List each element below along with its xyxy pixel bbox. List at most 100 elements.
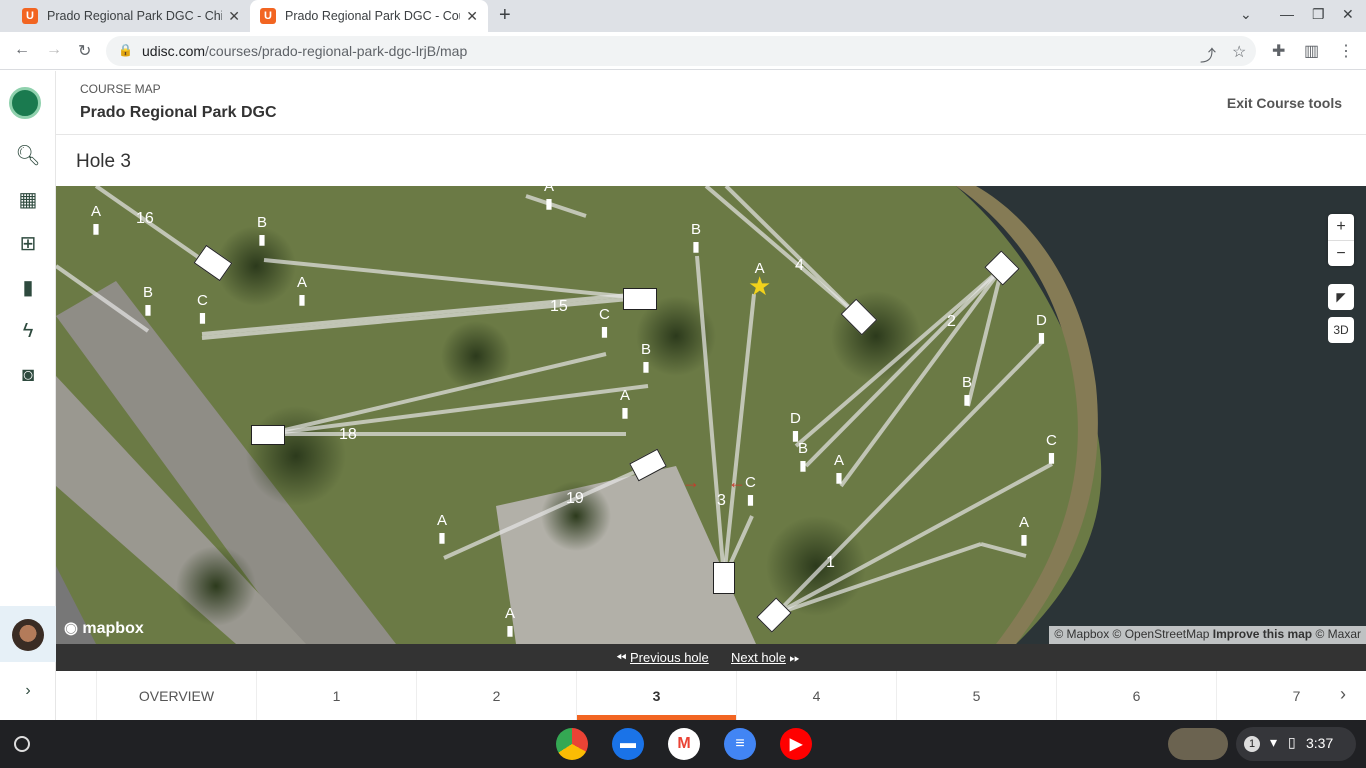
stats-icon[interactable]: ▮ — [14, 273, 42, 301]
bookmark-star-icon[interactable]: ☆ — [1232, 42, 1246, 62]
pin-marker[interactable]: B ▮ — [257, 214, 267, 248]
gmail-icon[interactable]: M — [668, 728, 700, 760]
pin-marker[interactable]: A ▮ — [91, 203, 101, 237]
user-avatar[interactable] — [0, 606, 56, 662]
browser-tab-1[interactable]: U Prado Regional Park DGC - Chin ✕ — [12, 0, 250, 32]
browser-toolbar: ← → ↻ 🔒 udisc.com/courses/prado-regional… — [0, 32, 1366, 70]
extensions-icon[interactable]: ✚ — [1272, 41, 1285, 61]
pin-marker-selected[interactable]: A ★ — [748, 260, 771, 302]
satellite-imagery — [56, 186, 1366, 644]
launcher-icon[interactable] — [14, 736, 30, 752]
tab-hole-4[interactable]: 4 — [736, 671, 896, 720]
hole-number-label: 16 — [136, 210, 154, 227]
tee-pad-3[interactable] — [713, 562, 735, 594]
improve-map-link[interactable]: Improve this map — [1213, 627, 1312, 641]
pin-marker[interactable]: A ▮ — [505, 605, 515, 639]
close-tab-icon[interactable]: ✕ — [466, 8, 478, 25]
minimize-icon[interactable]: — — [1280, 6, 1294, 22]
hole-tabs: OVERVIEW 1 2 3 4 5 6 7 › — [56, 671, 1366, 720]
os-shelf: ▬ M ≡ ▶ 1 ▾ ▯ 3:37 — [0, 720, 1366, 768]
pin-marker[interactable]: A ▮ — [834, 452, 844, 486]
pin-marker[interactable]: A ▮ — [1019, 514, 1029, 548]
tab-hole-1[interactable]: 1 — [256, 671, 416, 720]
exit-course-tools-link[interactable]: Exit Course tools — [1227, 95, 1342, 111]
zoom-control: + − — [1328, 214, 1354, 266]
reload-icon[interactable]: ↻ — [78, 41, 91, 61]
zoom-in-button[interactable]: + — [1328, 214, 1354, 240]
pin-marker[interactable]: D ▮ — [1036, 312, 1047, 346]
chevron-right-icon[interactable]: › — [1340, 684, 1346, 705]
browser-tab-2[interactable]: U Prado Regional Park DGC - Cour ✕ — [250, 0, 488, 32]
pin-marker[interactable]: C ▮ — [599, 306, 610, 340]
pin-marker[interactable]: A ▮ — [620, 387, 630, 421]
next-hole-link[interactable]: Next hole ⏩︎ — [731, 650, 800, 666]
browser-tab-title: Prado Regional Park DGC - Chin — [47, 9, 223, 23]
pin-marker[interactable]: B ▮ — [962, 374, 972, 408]
hole-number-label: 19 — [566, 490, 584, 507]
restore-icon[interactable]: ❐ — [1312, 6, 1325, 23]
pin-marker[interactable]: A ▮ — [544, 186, 554, 212]
course-title: Prado Regional Park DGC — [80, 104, 277, 121]
zoom-out-button[interactable]: − — [1328, 240, 1354, 266]
address-bar[interactable]: 🔒 udisc.com/courses/prado-regional-park-… — [106, 36, 1256, 66]
pin-marker[interactable]: C ▮ — [197, 292, 208, 326]
camera-icon[interactable]: ◙ — [14, 361, 42, 389]
course-map-icon[interactable]: ▦ — [14, 185, 42, 213]
tab-hole-3[interactable]: 3 — [576, 671, 736, 720]
udisc-favicon-icon: U — [22, 8, 38, 24]
close-tab-icon[interactable]: ✕ — [228, 8, 240, 25]
direction-arrow-icon: → — [682, 472, 700, 492]
back-icon[interactable]: ← — [14, 41, 30, 59]
pin-marker[interactable]: A ▮ — [437, 512, 447, 546]
holding-space-icon[interactable] — [1168, 728, 1228, 760]
direction-arrow-icon: ← — [728, 472, 746, 492]
hole-number-label: 2 — [947, 313, 956, 330]
side-panel-icon[interactable]: ▥ — [1304, 41, 1319, 61]
pin-marker[interactable]: D ▮ — [790, 410, 801, 444]
tab-search-icon[interactable]: ⌄ — [1240, 6, 1252, 23]
pin-marker[interactable]: B ▮ — [798, 440, 808, 474]
hole-number-label: 4 — [795, 257, 804, 274]
tee-pad-15[interactable] — [623, 288, 657, 310]
pin-marker[interactable]: C ▮ — [745, 474, 756, 508]
pin-marker[interactable]: C ▮ — [1046, 432, 1057, 466]
pin-marker[interactable]: B ▮ — [143, 284, 153, 318]
store-icon[interactable]: ⊞ — [14, 229, 42, 257]
pin-marker[interactable]: A ▮ — [297, 274, 307, 308]
lock-icon: 🔒 — [118, 43, 133, 57]
hole-number-label: 3 — [717, 492, 726, 509]
youtube-icon[interactable]: ▶ — [780, 728, 812, 760]
browser-tab-title: Prado Regional Park DGC - Cour — [285, 9, 461, 23]
tab-overview[interactable]: OVERVIEW — [96, 671, 256, 720]
pin-marker[interactable]: B ▮ — [691, 221, 701, 255]
course-satellite-map[interactable]: 16 15 18 19 3 4 2 1 A ▮ B ▮ C ▮ A ▮ B ▮ C ▮ B ▮… — [56, 186, 1366, 644]
new-tab-button[interactable]: + — [499, 4, 511, 27]
tab-hole-5[interactable]: 5 — [896, 671, 1056, 720]
mapbox-logo[interactable]: ◉ mapbox — [64, 618, 144, 638]
share-icon[interactable]: ⤴ — [1200, 42, 1216, 66]
star-icon: ★ — [748, 271, 772, 301]
course-header: COURSE MAP Prado Regional Park DGC Exit … — [56, 71, 1366, 135]
tee-pad-18[interactable] — [251, 425, 285, 445]
forward-icon[interactable]: → — [46, 41, 62, 59]
pin-marker[interactable]: B ▮ — [641, 341, 651, 375]
udisc-logo-icon[interactable] — [9, 87, 41, 119]
events-icon[interactable]: ϟ — [14, 317, 42, 345]
hole-heading: Hole 3 — [56, 135, 1366, 186]
clock: 3:37 — [1306, 735, 1334, 751]
docs-icon[interactable]: ≡ — [724, 728, 756, 760]
compass-icon: ◤ — [1336, 290, 1346, 304]
messages-icon[interactable]: ▬ — [612, 728, 644, 760]
previous-hole-link[interactable]: ⏪︎ Previous hole — [616, 650, 709, 666]
chrome-icon[interactable] — [556, 728, 588, 760]
toggle-3d-button[interactable]: 3D — [1328, 317, 1354, 343]
compass-button[interactable]: ◤ — [1328, 284, 1354, 310]
expand-sidebar-icon[interactable]: › — [14, 677, 42, 705]
tab-hole-6[interactable]: 6 — [1056, 671, 1216, 720]
search-icon[interactable]: 🔍︎ — [14, 141, 42, 169]
close-window-icon[interactable]: ✕ — [1342, 6, 1354, 23]
tab-hole-2[interactable]: 2 — [416, 671, 576, 720]
map-attribution: © Mapbox © OpenStreetMap Improve this ma… — [1049, 626, 1366, 644]
status-tray[interactable]: 1 ▾ ▯ 3:37 — [1236, 727, 1356, 761]
menu-icon[interactable]: ⋮ — [1338, 41, 1354, 61]
